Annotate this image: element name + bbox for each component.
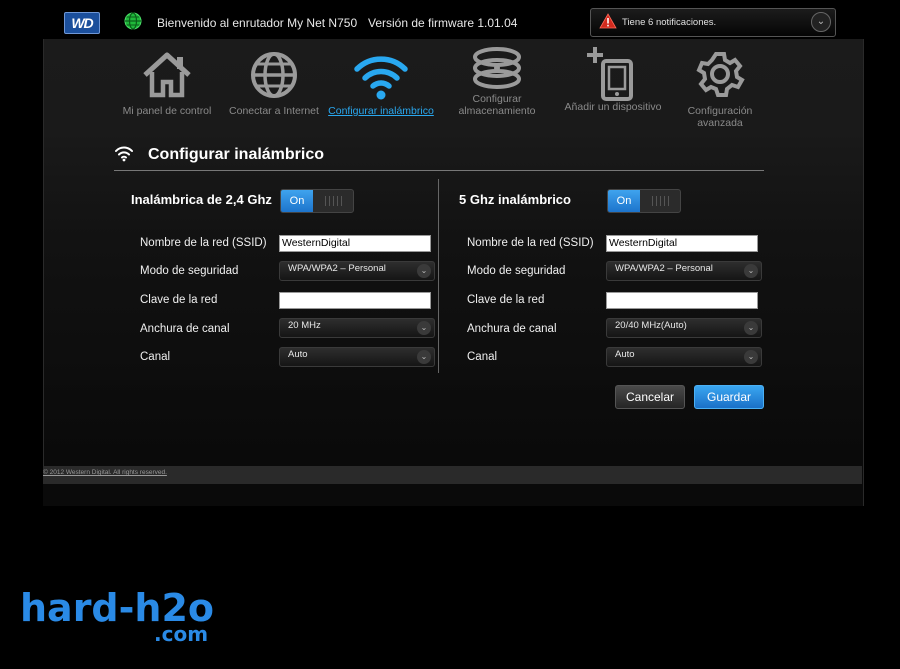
select-value: 20 MHz bbox=[288, 320, 321, 331]
chevron-down-icon: ⌄ bbox=[744, 264, 758, 278]
select-value: Auto bbox=[288, 349, 308, 360]
add-device-icon bbox=[587, 47, 633, 101]
band24-width-label: Anchura de canal bbox=[140, 323, 230, 335]
select-value: WPA/WPA2 – Personal bbox=[615, 263, 713, 274]
footer-bottom bbox=[43, 484, 862, 506]
wifi-icon bbox=[354, 56, 408, 100]
chevron-down-icon: ⌄ bbox=[417, 350, 431, 364]
wd-logo: WD bbox=[64, 12, 100, 34]
nav-label: Mi panel de control bbox=[122, 105, 212, 117]
nav-advanced-settings[interactable]: Configuración avanzada bbox=[664, 49, 776, 129]
nav-connect-internet[interactable]: Conectar a Internet bbox=[218, 49, 330, 117]
nav-label: Añadir un dispositivo bbox=[564, 101, 662, 113]
band5-channel-select[interactable]: Auto ⌄ bbox=[606, 347, 762, 367]
band5-width-label: Anchura de canal bbox=[467, 323, 557, 335]
chevron-down-icon[interactable]: ⌄ bbox=[811, 12, 831, 32]
cancel-button[interactable]: Cancelar bbox=[615, 385, 685, 409]
home-icon bbox=[143, 52, 191, 98]
band24-key-label: Clave de la red bbox=[140, 294, 218, 306]
band24-key-input[interactable] bbox=[279, 292, 431, 309]
nav-label: Configurar inalámbrico bbox=[328, 105, 434, 117]
toggle-grip bbox=[325, 196, 343, 206]
chevron-down-icon: ⌄ bbox=[744, 350, 758, 364]
watermark-domain: .com bbox=[154, 622, 209, 646]
globe-icon bbox=[251, 52, 297, 98]
nav-label: Configurar almacenamiento bbox=[458, 93, 536, 117]
band5-title: 5 Ghz inalámbrico bbox=[459, 192, 571, 207]
band5-security-label: Modo de seguridad bbox=[467, 265, 566, 277]
nav-label: Configuración avanzada bbox=[687, 105, 753, 129]
wifi-icon bbox=[115, 146, 133, 162]
band24-channel-label: Canal bbox=[140, 351, 171, 363]
status-globe-icon bbox=[124, 12, 142, 30]
band24-title: Inalámbrica de 2,4 Ghz bbox=[131, 192, 272, 207]
toggle-on-label: On bbox=[608, 190, 640, 212]
column-divider bbox=[438, 179, 439, 373]
storage-icon bbox=[473, 47, 521, 89]
band24-ssid-label: Nombre de la red (SSID) bbox=[140, 237, 267, 249]
band24-channel-select[interactable]: Auto ⌄ bbox=[279, 347, 435, 367]
select-value: Auto bbox=[615, 349, 635, 360]
nav-label: Conectar a Internet bbox=[229, 105, 319, 117]
band5-channel-label: Canal bbox=[467, 351, 498, 363]
band5-width-select[interactable]: 20/40 MHz(Auto) ⌄ bbox=[606, 318, 762, 338]
select-value: WPA/WPA2 – Personal bbox=[288, 263, 386, 274]
nav-storage-setup[interactable]: Configurar almacenamiento bbox=[441, 47, 553, 117]
band5-key-input[interactable] bbox=[606, 292, 758, 309]
save-button[interactable]: Guardar bbox=[694, 385, 764, 409]
band5-toggle[interactable]: On bbox=[607, 189, 681, 213]
chevron-down-icon: ⌄ bbox=[417, 321, 431, 335]
nav-add-device[interactable]: Añadir un dispositivo bbox=[557, 45, 669, 113]
gear-icon bbox=[696, 52, 745, 97]
toggle-on-label: On bbox=[281, 190, 313, 212]
band5-ssid-label: Nombre de la red (SSID) bbox=[467, 237, 594, 249]
toggle-grip bbox=[652, 196, 670, 206]
band5-key-label: Clave de la red bbox=[467, 294, 545, 306]
firmware-version: Versión de firmware 1.01.04 bbox=[368, 16, 518, 30]
notifications-dropdown[interactable]: Tiene 6 notificaciones. ⌄ bbox=[590, 8, 836, 37]
section-header: Configurar inalámbrico bbox=[114, 142, 764, 171]
welcome-text: Bienvenido al enrutador My Net N750 bbox=[157, 16, 358, 30]
chevron-down-icon: ⌄ bbox=[417, 264, 431, 278]
chevron-down-icon: ⌄ bbox=[744, 321, 758, 335]
band24-security-select[interactable]: WPA/WPA2 – Personal ⌄ bbox=[279, 261, 435, 281]
band5-ssid-input[interactable]: WesternDigital bbox=[606, 235, 758, 252]
band24-width-select[interactable]: 20 MHz ⌄ bbox=[279, 318, 435, 338]
nav-wireless-setup[interactable]: Configurar inalámbrico bbox=[325, 49, 437, 117]
warning-icon bbox=[599, 13, 617, 29]
band24-ssid-input[interactable]: WesternDigital bbox=[279, 235, 431, 252]
band24-security-label: Modo de seguridad bbox=[140, 265, 239, 277]
main-panel: Mi panel de control Conectar a Internet … bbox=[43, 39, 864, 506]
page-title: Configurar inalámbrico bbox=[148, 146, 325, 163]
nav-dashboard[interactable]: Mi panel de control bbox=[111, 49, 223, 117]
band24-toggle[interactable]: On bbox=[280, 189, 354, 213]
notification-count-text: Tiene 6 notificaciones. bbox=[622, 17, 717, 28]
select-value: 20/40 MHz(Auto) bbox=[615, 320, 687, 331]
band5-security-select[interactable]: WPA/WPA2 – Personal ⌄ bbox=[606, 261, 762, 281]
copyright-link[interactable]: © 2012 Western Digital. All rights reser… bbox=[43, 469, 167, 476]
